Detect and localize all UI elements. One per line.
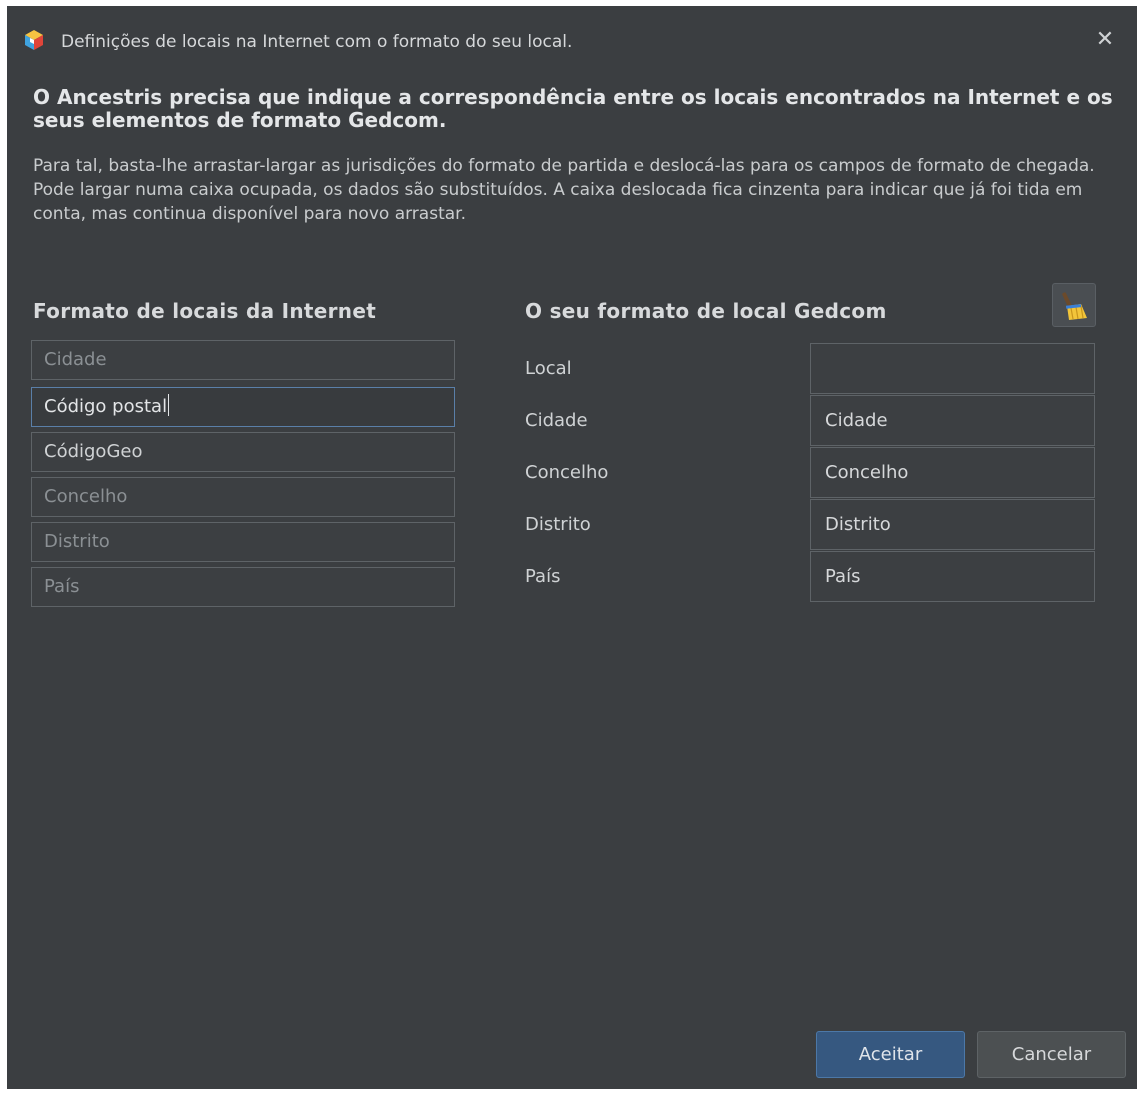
target-label-local: Local bbox=[525, 358, 572, 379]
target-label-cidade: Cidade bbox=[525, 410, 588, 431]
accept-button[interactable]: Aceitar bbox=[816, 1031, 965, 1078]
source-item-label: CódigoGeo bbox=[44, 441, 143, 462]
source-item-distrito[interactable]: Distrito bbox=[31, 522, 455, 562]
target-field-concelho[interactable]: Concelho bbox=[810, 447, 1095, 498]
source-item-label: Cidade bbox=[44, 349, 107, 370]
description-text: Para tal, basta-lhe arrastar-largar as j… bbox=[33, 156, 1095, 224]
window-title: Definições de locais na Internet com o f… bbox=[61, 32, 573, 52]
title-bar: Definições de locais na Internet com o f… bbox=[7, 6, 1137, 74]
source-item-label: Concelho bbox=[44, 486, 128, 507]
source-item-label: Distrito bbox=[44, 531, 110, 552]
target-field-distrito[interactable]: Distrito bbox=[810, 499, 1095, 550]
dialog-window: Definições de locais na Internet com o f… bbox=[7, 6, 1137, 1089]
target-label-concelho: Concelho bbox=[525, 462, 609, 483]
close-button[interactable]: ✕ bbox=[1093, 28, 1117, 52]
source-item-label: Código postal bbox=[44, 396, 168, 417]
clear-mapping-button[interactable] bbox=[1052, 283, 1096, 327]
source-item-codigogeo[interactable]: CódigoGeo bbox=[31, 432, 455, 472]
broom-icon bbox=[1062, 292, 1087, 320]
headline: O Ancestris precisa que indique a corres… bbox=[33, 85, 1113, 132]
text-caret bbox=[168, 394, 170, 416]
close-icon: ✕ bbox=[1095, 27, 1115, 52]
target-field-cidade[interactable]: Cidade bbox=[810, 395, 1095, 446]
source-item-label: País bbox=[44, 576, 80, 597]
source-item-concelho[interactable]: Concelho bbox=[31, 477, 455, 517]
cancel-button[interactable]: Cancelar bbox=[977, 1031, 1126, 1078]
source-format-title: Formato de locais da Internet bbox=[33, 299, 377, 323]
target-field-local[interactable] bbox=[810, 343, 1095, 394]
target-label-pais: País bbox=[525, 566, 561, 587]
source-item-cidade[interactable]: Cidade bbox=[31, 340, 455, 380]
target-field-pais[interactable]: País bbox=[810, 551, 1095, 602]
source-item-pais[interactable]: País bbox=[31, 567, 455, 607]
ancestris-logo-icon bbox=[25, 30, 43, 50]
target-format-title: O seu formato de local Gedcom bbox=[525, 299, 887, 323]
source-item-codigo-postal[interactable]: Código postal bbox=[31, 387, 455, 427]
target-label-distrito: Distrito bbox=[525, 514, 591, 535]
